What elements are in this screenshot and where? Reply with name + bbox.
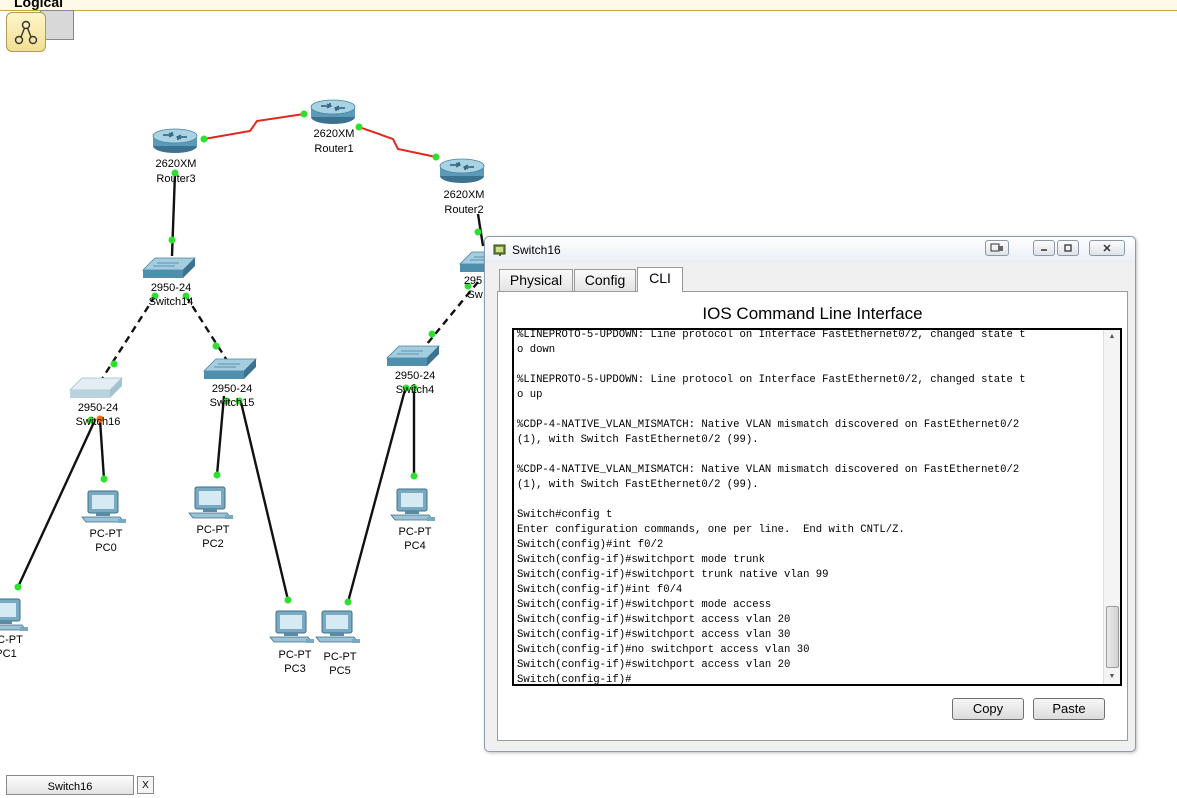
pc-icon bbox=[0, 598, 29, 632]
pc-pc4[interactable]: PC-PT PC4 bbox=[390, 488, 436, 552]
device-model: PC-PT bbox=[279, 649, 312, 661]
pc-icon bbox=[188, 486, 234, 520]
serial-link-router1-router2 bbox=[358, 126, 437, 158]
close-button[interactable] bbox=[1089, 240, 1125, 256]
paste-button[interactable]: Paste bbox=[1033, 698, 1105, 720]
switch-icon bbox=[386, 345, 440, 367]
pc-icon bbox=[315, 610, 361, 644]
router-icon bbox=[439, 158, 485, 184]
scroll-down-arrow-icon[interactable]: ▼ bbox=[1104, 670, 1120, 684]
router-icon bbox=[310, 99, 356, 125]
device-name: Sw bbox=[467, 289, 482, 301]
device-name: PC2 bbox=[202, 538, 223, 550]
maximize-button[interactable] bbox=[1057, 240, 1079, 256]
device-model: C-PT bbox=[0, 634, 23, 646]
router-router3[interactable]: 2620XM Router3 bbox=[152, 128, 198, 185]
device-model: 2950-24 bbox=[395, 370, 435, 382]
switch-icon bbox=[69, 377, 123, 399]
device-model: 2620XM bbox=[444, 189, 485, 201]
device-name: PC5 bbox=[329, 665, 350, 677]
device-model: PC-PT bbox=[324, 651, 357, 663]
link-switch16-pc1 bbox=[16, 419, 97, 588]
pc-icon bbox=[390, 488, 436, 522]
device-model: 2620XM bbox=[156, 158, 197, 170]
link-switch16-pc0 bbox=[98, 419, 106, 480]
device-model: 2950-24 bbox=[151, 282, 191, 294]
pc-pc3[interactable]: PC-PT PC3 bbox=[269, 610, 315, 675]
taskbar-window-switch16[interactable]: Switch16 bbox=[6, 775, 134, 795]
tab-config[interactable]: Config bbox=[574, 269, 636, 291]
pc-pc5[interactable]: PC-PT PC5 bbox=[315, 610, 361, 677]
copy-button[interactable]: Copy bbox=[952, 698, 1024, 720]
device-model: PC-PT bbox=[197, 524, 230, 536]
device-name: Router2 bbox=[444, 204, 483, 216]
router-router1[interactable]: 2620XM Router1 bbox=[310, 99, 356, 155]
router-router2[interactable]: 2620XM Router2 bbox=[439, 158, 485, 216]
maximize-icon bbox=[1064, 244, 1072, 252]
device-name: PC4 bbox=[404, 540, 425, 552]
device-name: PC0 bbox=[95, 542, 116, 554]
switch-switch4[interactable]: 2950-24 Switch4 bbox=[386, 345, 440, 396]
device-model: 2950-24 bbox=[212, 383, 252, 395]
device-window[interactable]: Switch16 Physical Config CLI IOS Command… bbox=[484, 236, 1136, 752]
device-model: 295 bbox=[464, 275, 482, 287]
device-name: Switch15 bbox=[210, 397, 255, 409]
device-model: PC-PT bbox=[90, 528, 123, 540]
scroll-up-arrow-icon[interactable]: ▲ bbox=[1104, 330, 1120, 344]
switch-switch15[interactable]: 2950-24 Switch15 bbox=[203, 358, 257, 409]
router-icon bbox=[152, 128, 198, 154]
device-name: Switch16 bbox=[76, 416, 121, 428]
link-switch15-pc3 bbox=[238, 397, 290, 601]
device-name: Switch4 bbox=[396, 384, 435, 396]
pc-pc2[interactable]: PC-PT PC2 bbox=[188, 486, 234, 550]
device-name: PC1 bbox=[0, 648, 17, 660]
cli-output[interactable]: %LINEPROTO-5-UPDOWN: Line protocol on In… bbox=[517, 330, 1095, 684]
minimize-button[interactable] bbox=[1033, 240, 1055, 256]
switch-switch14[interactable]: 2950-24 Switch14 bbox=[142, 257, 196, 308]
switch-window-icon bbox=[493, 244, 506, 256]
link-switch14-switch16 bbox=[98, 295, 157, 383]
cli-panel: IOS Command Line Interface %LINEPROTO-5-… bbox=[497, 291, 1128, 741]
cli-console[interactable]: %LINEPROTO-5-UPDOWN: Line protocol on In… bbox=[512, 328, 1122, 686]
window-client: Physical Config CLI IOS Command Line Int… bbox=[491, 267, 1129, 745]
close-icon bbox=[1103, 244, 1111, 252]
tab-physical[interactable]: Physical bbox=[499, 269, 573, 291]
pc-pc1[interactable]: C-PT PC1 bbox=[0, 598, 29, 660]
pc-icon bbox=[81, 490, 127, 524]
pc-icon bbox=[269, 610, 315, 644]
restore-view-button[interactable] bbox=[985, 240, 1009, 256]
switch-switch16[interactable]: 2950-24 Switch16 bbox=[69, 377, 123, 428]
device-model: 2950-24 bbox=[78, 402, 118, 414]
window-layout-icon bbox=[990, 243, 1003, 252]
taskbar-close-button[interactable]: X bbox=[137, 776, 154, 794]
switch-icon bbox=[142, 257, 196, 279]
minimize-icon bbox=[1041, 249, 1047, 251]
device-model: PC-PT bbox=[399, 526, 432, 538]
device-name: PC3 bbox=[284, 663, 305, 675]
link-router3-switch14 bbox=[170, 172, 177, 257]
switch-icon bbox=[203, 358, 257, 380]
scroll-thumb[interactable] bbox=[1106, 606, 1119, 668]
cli-heading: IOS Command Line Interface bbox=[702, 304, 923, 323]
window-titlebar[interactable]: Switch16 bbox=[485, 237, 1135, 263]
device-name: Switch14 bbox=[149, 296, 194, 308]
device-name: Router1 bbox=[314, 143, 353, 155]
window-title: Switch16 bbox=[512, 243, 561, 257]
pc-pc0[interactable]: PC-PT PC0 bbox=[81, 490, 127, 554]
device-name: Router3 bbox=[156, 173, 195, 185]
device-model: 2620XM bbox=[314, 128, 355, 140]
cli-scrollbar[interactable]: ▲ ▼ bbox=[1103, 330, 1120, 684]
tab-cli[interactable]: CLI bbox=[637, 267, 683, 292]
serial-link-router3-router1 bbox=[203, 113, 305, 140]
